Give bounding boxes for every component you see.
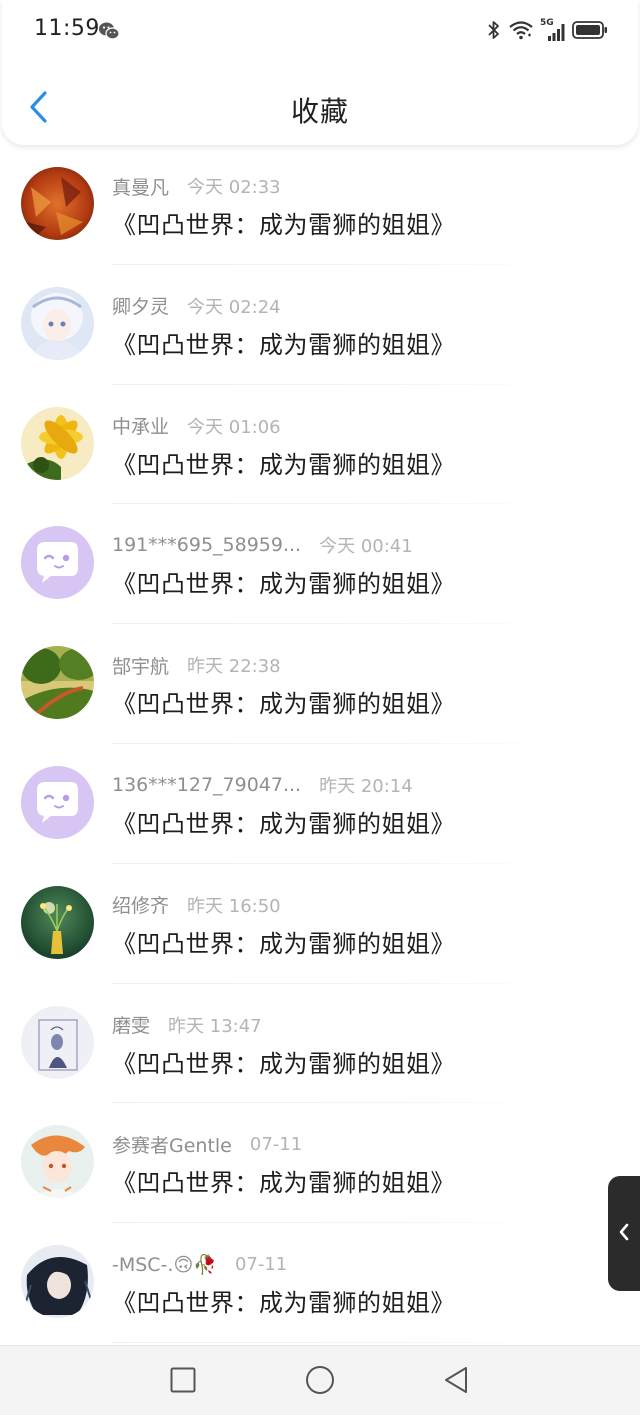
book-title[interactable]: 《凹凸世界：成为雷狮的姐姐》: [112, 1044, 455, 1079]
avatar[interactable]: [21, 765, 94, 839]
app-screen: 11:59 5G 收藏 真曼凡 今天 02:33 《凹凸世界：成为雷狮的姐姐》 …: [0, 0, 640, 1415]
status-icons: 5G: [486, 18, 608, 46]
bluetooth-icon: [486, 19, 502, 45]
avatar[interactable]: [21, 885, 94, 959]
item-meta: 郜宇航 昨天 22:38: [112, 652, 281, 678]
signal-5g-icon: 5G: [540, 18, 566, 43]
list-item[interactable]: 136***127_79047... 昨天 20:14 《凹凸世界：成为雷狮的姐姐》: [0, 744, 640, 864]
author-name[interactable]: 参赛者Gentle: [112, 1131, 232, 1158]
avatar[interactable]: [21, 406, 94, 480]
timestamp: 今天 00:41: [319, 536, 413, 558]
item-meta: 磨雯 昨天 13:47: [112, 1012, 262, 1038]
author-name[interactable]: 郜宇航: [112, 652, 169, 679]
book-title[interactable]: 《凹凸世界：成为雷狮的姐姐》: [112, 1163, 455, 1198]
timestamp: 今天 02:24: [187, 296, 281, 318]
list-item[interactable]: 郜宇航 昨天 22:38 《凹凸世界：成为雷狮的姐姐》: [0, 624, 640, 744]
book-title[interactable]: 《凹凸世界：成为雷狮的姐姐》: [112, 1283, 455, 1318]
book-title[interactable]: 《凹凸世界：成为雷狮的姐姐》: [112, 564, 455, 599]
page-title: 收藏: [290, 95, 349, 128]
list-item[interactable]: -MSC-.🙃🥀 07-11 《凹凸世界：成为雷狮的姐姐》: [0, 1223, 640, 1343]
avatar[interactable]: [21, 1245, 94, 1319]
status-bar: 11:59 5G: [2, 0, 638, 64]
wifi-icon: [508, 19, 534, 45]
book-title[interactable]: 《凹凸世界：成为雷狮的姐姐》: [112, 924, 455, 959]
list-item[interactable]: 磨雯 昨天 13:47 《凹凸世界：成为雷狮的姐姐》: [0, 984, 640, 1104]
author-name[interactable]: 卿夕灵: [112, 292, 169, 319]
item-meta: 绍修齐 昨天 16:50: [112, 892, 281, 918]
book-title[interactable]: 《凹凸世界：成为雷狮的姐姐》: [112, 205, 455, 240]
system-nav-bar: [0, 1345, 640, 1415]
timestamp: 今天 01:06: [187, 416, 281, 438]
author-name[interactable]: 磨雯: [112, 1011, 150, 1038]
list-item[interactable]: 191***695_58959... 今天 00:41 《凹凸世界：成为雷狮的姐姐》: [0, 504, 640, 625]
header: 收藏: [2, 70, 638, 145]
item-meta: -MSC-.🙃🥀 07-11: [112, 1251, 287, 1277]
item-meta: 136***127_79047... 昨天 20:14: [112, 772, 413, 798]
timestamp: 今天 02:33: [187, 177, 281, 198]
chevron-left-icon: [617, 1222, 631, 1246]
timestamp: 07-11: [234, 1253, 288, 1275]
book-title[interactable]: 《凹凸世界：成为雷狮的姐姐》: [112, 804, 455, 839]
timestamp: 昨天 16:50: [187, 895, 281, 917]
author-name[interactable]: 真曼凡: [112, 173, 169, 200]
author-name[interactable]: 绍修齐: [112, 891, 169, 918]
author-name[interactable]: 191***695_58959...: [112, 534, 301, 556]
item-meta: 191***695_58959... 今天 00:41: [112, 532, 413, 558]
avatar[interactable]: [21, 1125, 94, 1199]
list-item[interactable]: 卿夕灵 今天 02:24 《凹凸世界：成为雷狮的姐姐》: [0, 265, 640, 385]
item-meta: 参赛者Gentle 07-11: [112, 1131, 302, 1157]
status-time: 11:59: [34, 16, 100, 41]
author-name[interactable]: -MSC-.🙃🥀: [112, 1253, 217, 1276]
home-icon: [305, 1365, 335, 1399]
avatar[interactable]: [21, 167, 94, 240]
item-meta: 真曼凡 今天 02:33: [112, 173, 281, 199]
side-drawer-handle[interactable]: [608, 1176, 640, 1291]
list-item[interactable]: 绍修齐 昨天 16:50 《凹凸世界：成为雷狮的姐姐》: [0, 864, 640, 984]
back-icon: [442, 1365, 470, 1399]
timestamp: 昨天 13:47: [168, 1015, 262, 1037]
recent-apps-icon: [169, 1366, 197, 1398]
timestamp: 昨天 20:14: [319, 775, 413, 797]
list-item[interactable]: 参赛者Gentle 07-11 《凹凸世界：成为雷狮的姐姐》: [0, 1103, 640, 1224]
item-meta: 中承业 今天 01:06: [112, 413, 281, 439]
book-title[interactable]: 《凹凸世界：成为雷狮的姐姐》: [112, 325, 455, 360]
author-name[interactable]: 136***127_79047...: [112, 774, 301, 796]
author-name[interactable]: 中承业: [112, 412, 169, 439]
recent-apps-button[interactable]: [167, 1366, 199, 1398]
favorites-list: 真曼凡 今天 02:33 《凹凸世界：成为雷狮的姐姐》 卿夕灵 今天 02:24 《凹凸…: [0, 145, 640, 1345]
avatar[interactable]: [21, 646, 94, 720]
book-title[interactable]: 《凹凸世界：成为雷狮的姐姐》: [112, 684, 455, 719]
avatar[interactable]: [21, 286, 94, 360]
timestamp: 昨天 22:38: [187, 656, 281, 678]
wechat-icon: [98, 20, 120, 42]
timestamp: 07-11: [249, 1133, 303, 1155]
battery-icon: [572, 19, 608, 45]
book-title[interactable]: 《凹凸世界：成为雷狮的姐姐》: [112, 445, 455, 480]
list-item[interactable]: 中承业 今天 01:06 《凹凸世界：成为雷狮的姐姐》: [0, 385, 640, 505]
nav-back-button[interactable]: [440, 1366, 472, 1398]
home-button[interactable]: [304, 1366, 336, 1398]
top-card: 11:59 5G 收藏: [2, 0, 638, 145]
avatar[interactable]: [21, 1005, 94, 1079]
avatar[interactable]: [21, 526, 94, 600]
item-meta: 卿夕灵 今天 02:24: [112, 293, 281, 319]
list-item[interactable]: 真曼凡 今天 02:33 《凹凸世界：成为雷狮的姐姐》: [0, 145, 640, 265]
divider: [112, 1341, 550, 1343]
